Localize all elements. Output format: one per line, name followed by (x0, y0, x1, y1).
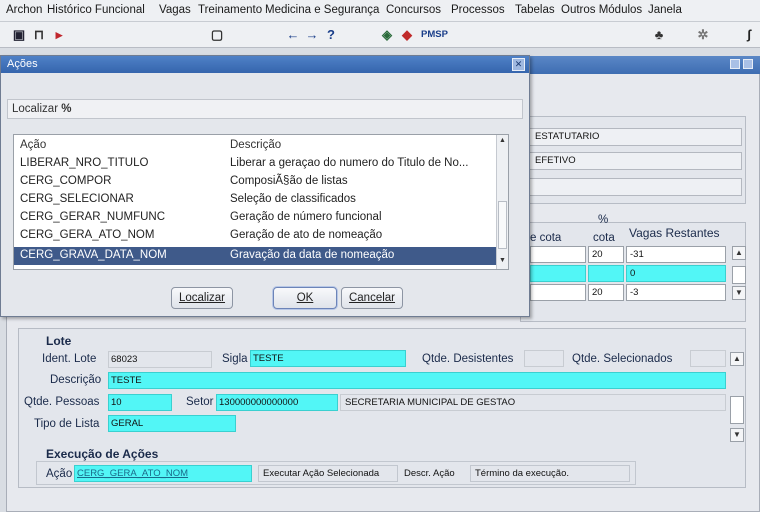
tree-icon[interactable]: ♣ (650, 26, 668, 44)
cota-cell-1[interactable] (530, 246, 586, 263)
menu-vagas[interactable]: Vagas (159, 4, 191, 16)
ident-lote-label: Ident. Lote (42, 353, 97, 365)
regime-value: ESTATUTARIO (535, 131, 600, 142)
tool-icon[interactable]: ◈ (378, 26, 396, 44)
arrow-left-icon[interactable]: ← (284, 26, 302, 44)
list-item-selected[interactable]: CERG_GRAVA_DATA_NOM Gravação da data de … (14, 247, 498, 265)
globe-icon[interactable]: ✲ (694, 26, 712, 44)
find-label: Localizar (12, 103, 59, 115)
executar-acao-button[interactable]: Executar Ação Selecionada (258, 465, 398, 482)
col-vagas-header: Vagas Restantes (629, 226, 720, 240)
menu-processos[interactable]: Processos (451, 4, 505, 16)
menu-treinamento[interactable]: Treinamento (198, 4, 262, 16)
menu-historico-funcional[interactable]: Histórico Funcional (47, 4, 145, 16)
menu-bar: Archon Histórico Funcional Vagas Treinam… (0, 0, 760, 22)
lote-heading: Lote (46, 334, 72, 348)
vinculo-value: EFETIVO (535, 155, 576, 166)
dialog-title: Ações (7, 58, 38, 70)
list-scrollbar[interactable]: ▲ ▼ (496, 135, 508, 269)
tipo-lista-label: Tipo de Lista (34, 418, 100, 430)
acao-label: Ação (46, 468, 73, 480)
lote-scroll-down-icon[interactable]: ▼ (730, 428, 744, 442)
toolbar: ▣ ⊓ ▸ ▢ ← → ? ◈ ◆ PMSP ♣ ✲ ʃ (0, 22, 760, 48)
menu-concursos[interactable]: Concursos (386, 4, 441, 16)
sigla-field[interactable]: TESTE (250, 350, 406, 367)
find-value: % (61, 103, 72, 115)
maximize-icon[interactable] (743, 59, 753, 69)
descr-acao-label: Descr. Ação (404, 468, 455, 479)
pct-cell-1[interactable]: 20 (588, 246, 624, 263)
scroll-up-icon[interactable]: ▲ (497, 135, 508, 147)
setor-label: Setor (186, 396, 214, 408)
main-window-titlebar (530, 56, 760, 74)
col-pct-header: cota (593, 232, 615, 244)
save-icon[interactable]: ▣ (10, 26, 28, 44)
vinculo-field: EFETIVO (528, 152, 742, 170)
regime-field: ESTATUTARIO (528, 128, 742, 146)
setor-field[interactable]: 130000000000000 (216, 394, 338, 411)
acoes-list: Ação Descrição LIBERAR_NRO_TITULO Libera… (13, 134, 509, 270)
scroll-down-icon[interactable]: ▼ (497, 255, 508, 267)
pct-cell-3[interactable]: 20 (588, 284, 624, 301)
exit-icon[interactable]: ▸ (50, 26, 68, 44)
sigla-label: Sigla (222, 353, 248, 365)
dialog-titlebar: Ações ✕ (1, 56, 529, 73)
qtde-pessoas-field[interactable]: 10 (108, 394, 172, 411)
col-descricao-header: Descrição (230, 139, 282, 151)
acoes-dialog: Ações ✕ Localizar % Ação Descrição LIBER… (0, 55, 530, 317)
print-icon[interactable]: ⊓ (30, 26, 48, 44)
cota-cell-2[interactable] (530, 265, 586, 282)
list-item[interactable]: CERG_GERAR_NUMFUNC Geração de número fun… (14, 209, 498, 227)
col-pct-header-top: % (598, 214, 609, 226)
col-cota-header: e cota (530, 232, 562, 244)
pct-cell-2[interactable] (588, 265, 624, 282)
pmsp-label: PMSP (421, 29, 448, 40)
lote-scroll-up-icon[interactable]: ▲ (730, 352, 744, 366)
execucao-heading: Execução de Ações (46, 447, 159, 461)
menu-archon[interactable]: Archon (6, 4, 42, 16)
qtde-desistentes-field[interactable] (524, 350, 564, 367)
cota-cell-3[interactable] (530, 284, 586, 301)
menu-janela[interactable]: Janela (648, 4, 682, 16)
scroll-thumb[interactable] (498, 201, 507, 249)
window-icon[interactable]: ▢ (208, 26, 226, 44)
descricao-label: Descrição (50, 374, 102, 386)
qtde-pessoas-label: Qtde. Pessoas (24, 396, 100, 408)
ok-button[interactable]: OK (273, 287, 337, 309)
menu-tabelas[interactable]: Tabelas (515, 4, 555, 16)
help-icon[interactable]: ? (322, 26, 340, 44)
cancelar-button[interactable]: Cancelar (341, 287, 403, 309)
tipo-lista-field[interactable]: GERAL (108, 415, 236, 432)
acao-field[interactable]: CERG_GERA_ATO_NOM (74, 465, 252, 482)
minimize-icon[interactable] (730, 59, 740, 69)
list-item[interactable]: CERG_GERA_ATO_NOM Geração de ato de nome… (14, 227, 498, 245)
qtde-desistentes-label: Qtde. Desistentes (422, 353, 514, 365)
close-icon[interactable]: ✕ (512, 58, 525, 71)
table-scroll-up-icon[interactable]: ▲ (732, 246, 746, 260)
col-acao-header: Ação (20, 139, 47, 151)
lote-scroll-thumb[interactable] (730, 396, 744, 424)
table-scroll-thumb[interactable] (732, 266, 746, 284)
ident-lote-field[interactable]: 68023 (108, 351, 212, 368)
qtde-selecionados-label: Qtde. Selecionados (572, 353, 673, 365)
module-icon[interactable]: ◆ (398, 26, 416, 44)
extra-field (528, 178, 742, 196)
setor-desc-field: SECRETARIA MUNICIPAL DE GESTAO (340, 394, 726, 411)
menu-outros-modulos[interactable]: Outros Módulos (561, 4, 642, 16)
descricao-field[interactable]: TESTE (108, 372, 726, 389)
localizar-button[interactable]: Localizar (171, 287, 233, 309)
script-icon[interactable]: ʃ (740, 26, 758, 44)
vagas-cell-3[interactable]: -3 (626, 284, 726, 301)
vagas-cell-2[interactable]: 0 (626, 265, 726, 282)
qtde-selecionados-field[interactable] (690, 350, 726, 367)
find-field[interactable]: Localizar % (7, 99, 523, 119)
table-scroll-down-icon[interactable]: ▼ (732, 286, 746, 300)
list-item[interactable]: LIBERAR_NRO_TITULO Liberar a geraçao do … (14, 155, 498, 173)
vagas-cell-1[interactable]: -31 (626, 246, 726, 263)
menu-medicina-seguranca[interactable]: Medicina e Segurança (265, 4, 379, 16)
list-item[interactable]: CERG_COMPOR ComposiÃ§ão de listas (14, 173, 498, 191)
descr-acao-field: Término da execução. (470, 465, 630, 482)
list-item[interactable]: CERG_SELECIONAR Seleção de classificados (14, 191, 498, 209)
arrow-right-icon[interactable]: → (303, 26, 321, 44)
